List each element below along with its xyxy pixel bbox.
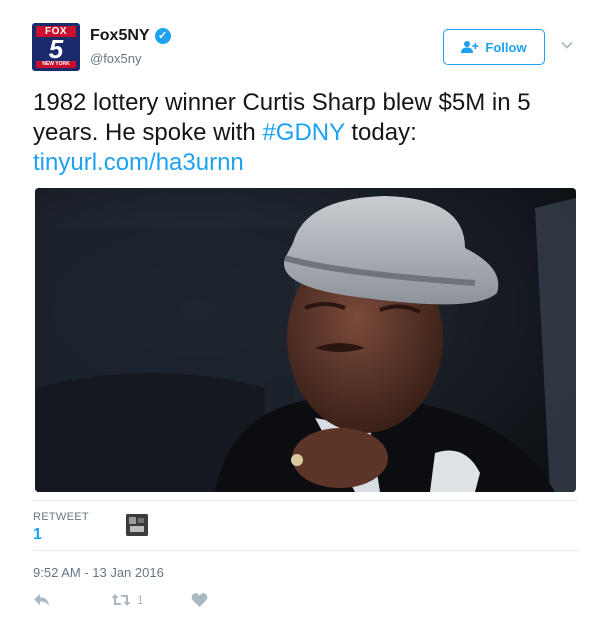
avatar-number: 5 xyxy=(48,34,64,64)
tweet-text-part2: today: xyxy=(344,119,417,146)
tweet-timestamp[interactable]: 9:52 AM - 13 Jan 2016 xyxy=(33,565,164,580)
verified-badge-icon: ✓ xyxy=(154,28,171,44)
retweeter-avatar-image xyxy=(126,514,148,536)
retweet-action[interactable]: 1 xyxy=(111,592,144,608)
follow-button[interactable]: Follow xyxy=(443,29,545,65)
account-handle[interactable]: @fox5ny xyxy=(90,51,142,66)
hashtag-link[interactable]: #GDNY xyxy=(262,119,344,146)
chevron-down-icon[interactable] xyxy=(560,38,574,52)
media-photo xyxy=(35,188,576,492)
retweet-action-count: 1 xyxy=(137,593,144,607)
account-avatar[interactable]: FOX 5 NEW YORK xyxy=(32,23,80,71)
account-name-row: Fox5NY ✓ xyxy=(90,27,171,45)
account-name[interactable]: Fox5NY xyxy=(90,27,150,45)
retweeter-avatar[interactable] xyxy=(126,514,148,536)
reply-action[interactable] xyxy=(33,592,51,608)
reply-icon xyxy=(34,594,49,606)
add-user-icon xyxy=(461,41,479,53)
divider-middle xyxy=(33,550,578,551)
follow-button-label: Follow xyxy=(485,39,527,55)
tweet-text: 1982 lottery winner Curtis Sharp blew $5… xyxy=(33,88,578,178)
like-action[interactable] xyxy=(191,592,208,608)
tweet-media-image[interactable] xyxy=(35,188,576,492)
avatar-new-york-text: NEW YORK xyxy=(36,61,76,68)
url-link[interactable]: tinyurl.com/ha3urnn xyxy=(33,149,244,176)
retweet-label: RETWEET xyxy=(33,511,89,523)
retweet-count[interactable]: 1 xyxy=(33,526,42,544)
divider-top xyxy=(33,500,578,501)
retweet-icon xyxy=(111,594,131,606)
heart-icon xyxy=(191,593,208,607)
